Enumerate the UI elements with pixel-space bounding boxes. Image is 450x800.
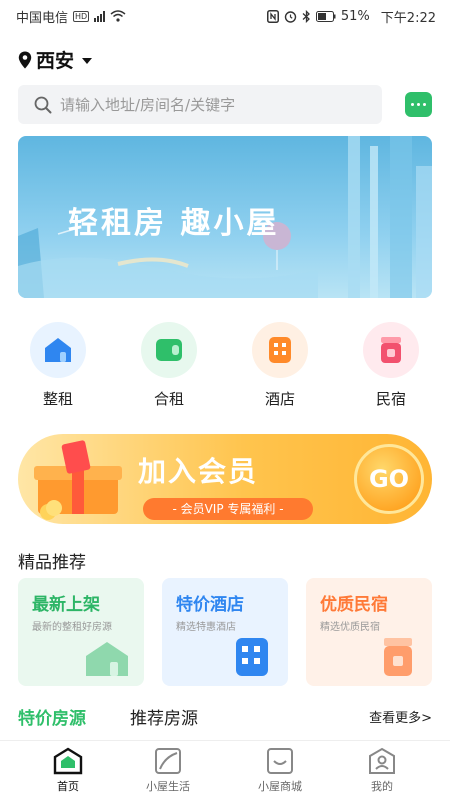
bluetooth-icon bbox=[302, 9, 310, 23]
promo-banner[interactable]: 轻租房 趣小屋 bbox=[18, 136, 432, 298]
message-button[interactable] bbox=[405, 92, 432, 117]
category-label: 酒店 bbox=[264, 390, 295, 408]
battery-percent: 51% bbox=[340, 8, 370, 24]
card-title: 特价酒店 bbox=[176, 595, 244, 615]
nfc-icon bbox=[266, 9, 279, 23]
battery-icon bbox=[315, 10, 336, 22]
alarm-icon bbox=[284, 10, 297, 23]
clock: 下午2:22 bbox=[380, 10, 436, 26]
vip-banner[interactable]: 加入会员 - 会员VIP 专属福利 - GO bbox=[18, 434, 432, 524]
card-subtitle: 精选特惠酒店 bbox=[176, 622, 236, 633]
city-name: 西安 bbox=[36, 50, 75, 72]
profile-icon bbox=[369, 747, 395, 774]
listing-tabs: 特价房源 推荐房源 查看更多> bbox=[18, 704, 432, 729]
view-more-link[interactable]: 查看更多> bbox=[369, 707, 432, 726]
vip-go-button[interactable]: GO bbox=[354, 444, 424, 514]
hotel-icon bbox=[236, 638, 268, 676]
hotel-icon bbox=[252, 322, 308, 378]
nav-label: 我的 bbox=[371, 780, 393, 793]
featured-card-hotel[interactable]: 特价酒店 精选特惠酒店 bbox=[162, 578, 288, 686]
nav-profile[interactable]: 我的 bbox=[342, 747, 422, 794]
search-icon bbox=[34, 96, 52, 113]
nav-label: 小屋商城 bbox=[258, 780, 302, 793]
homestay-icon bbox=[384, 638, 412, 676]
vip-subtitle: - 会员VIP 专属福利 - bbox=[143, 498, 313, 520]
card-title: 优质民宿 bbox=[320, 595, 388, 615]
signal-icon bbox=[94, 10, 106, 22]
shop-icon bbox=[267, 748, 293, 774]
chevron-down-icon bbox=[82, 58, 93, 64]
featured-card-new[interactable]: 最新上架 最新的整租好房源 bbox=[18, 578, 144, 686]
status-bar: 中国电信 HD 51% 下午2:22 bbox=[0, 0, 450, 32]
search-placeholder: 请输入地址/房间名/关键字 bbox=[60, 96, 236, 114]
city-selector[interactable]: 西安 bbox=[18, 46, 93, 73]
category-shared-rent[interactable]: 合租 bbox=[129, 322, 209, 409]
vip-title: 加入会员 bbox=[137, 455, 258, 488]
location-pin-icon bbox=[18, 51, 32, 68]
category-whole-rent[interactable]: 整租 bbox=[18, 322, 98, 409]
category-label: 合租 bbox=[153, 390, 184, 408]
card-subtitle: 精选优质民宿 bbox=[320, 622, 380, 633]
category-label: 民宿 bbox=[375, 390, 406, 408]
nav-label: 小屋生活 bbox=[146, 780, 190, 793]
carrier-label: 中国电信 bbox=[16, 10, 69, 26]
category-hotel[interactable]: 酒店 bbox=[240, 322, 320, 409]
nav-home[interactable]: 首页 bbox=[28, 747, 108, 794]
search-input[interactable]: 请输入地址/房间名/关键字 bbox=[18, 85, 382, 124]
category-label: 整租 bbox=[42, 390, 73, 408]
card-subtitle: 最新的整租好房源 bbox=[32, 622, 112, 633]
bottom-nav: 首页 小屋生活 小屋商城 我的 bbox=[0, 741, 450, 800]
nav-label: 首页 bbox=[57, 780, 79, 793]
tab-special-offers[interactable]: 特价房源 bbox=[18, 704, 86, 729]
category-grid: 整租 合租 酒店 民宿 bbox=[0, 322, 450, 412]
featured-card-homestay[interactable]: 优质民宿 精选优质民宿 bbox=[306, 578, 432, 686]
card-title: 最新上架 bbox=[32, 595, 100, 615]
shared-room-icon bbox=[141, 322, 197, 378]
nav-life[interactable]: 小屋生活 bbox=[128, 747, 208, 794]
homestay-icon bbox=[363, 322, 419, 378]
house-icon bbox=[30, 322, 86, 378]
home-icon bbox=[53, 747, 83, 775]
hd-badge: HD bbox=[73, 10, 90, 22]
house-icon bbox=[86, 642, 128, 676]
nav-shop[interactable]: 小屋商城 bbox=[240, 747, 320, 794]
message-icon bbox=[411, 103, 414, 106]
featured-section-title: 精品推荐 bbox=[18, 553, 86, 573]
wifi-icon bbox=[110, 10, 126, 22]
category-homestay[interactable]: 民宿 bbox=[351, 322, 431, 409]
life-icon bbox=[155, 748, 181, 774]
banner-slogan: 轻租房 趣小屋 bbox=[68, 206, 280, 241]
tab-recommended[interactable]: 推荐房源 bbox=[130, 704, 198, 729]
